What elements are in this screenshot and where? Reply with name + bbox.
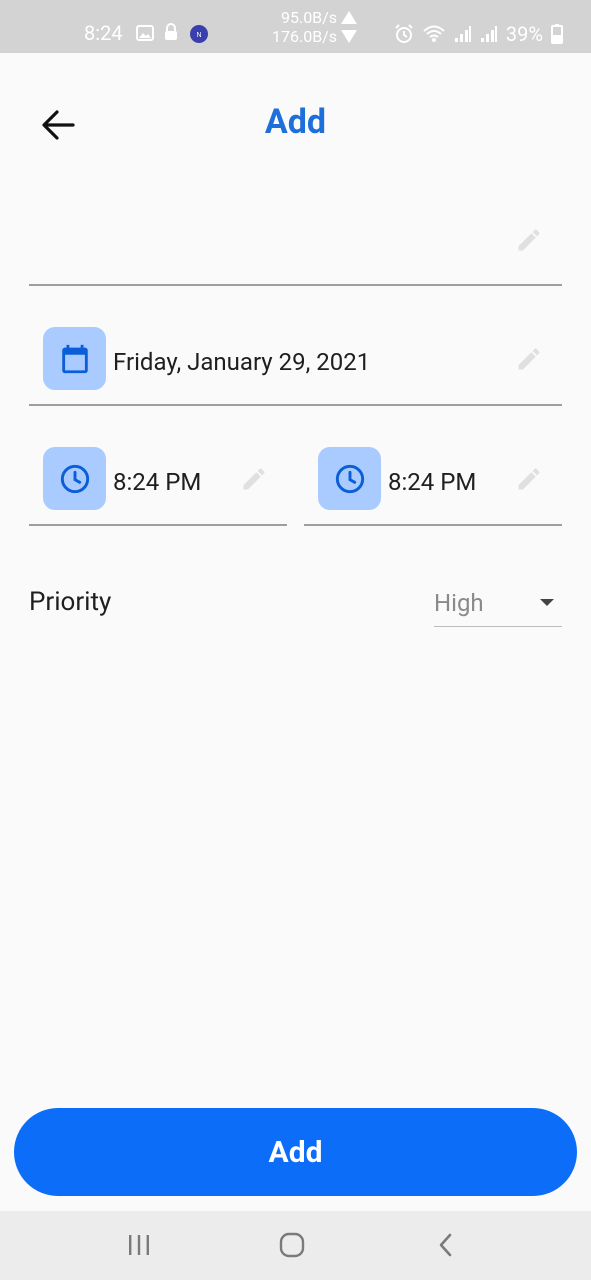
battery-percent: 39% (505, 22, 543, 46)
wifi-icon (423, 25, 445, 42)
pencil-icon[interactable] (239, 464, 269, 494)
status-right: 39% (394, 22, 563, 46)
task-title-field[interactable] (29, 205, 562, 286)
download-rate: 176.0B/s (272, 27, 338, 46)
calendar-icon[interactable] (43, 327, 106, 390)
upload-arrow-icon (341, 11, 358, 24)
battery-icon (551, 24, 563, 44)
alarm-icon (395, 24, 413, 43)
system-nav-bar (0, 1211, 591, 1280)
pencil-icon[interactable] (514, 344, 544, 374)
priority-selected-value: High (434, 589, 484, 617)
signal-icon (480, 26, 497, 42)
status-bar: 8:24 N 95.0B/s 176.0B/s 39% (0, 0, 591, 53)
priority-dropdown[interactable]: High (434, 580, 562, 627)
back-icon[interactable] (426, 1227, 466, 1263)
page-title: Add (264, 102, 327, 142)
notification-app-icon: N (189, 24, 209, 48)
image-icon (136, 25, 154, 45)
add-button[interactable]: Add (14, 1108, 577, 1196)
dropdown-arrow-icon (540, 599, 554, 606)
download-arrow-icon (341, 30, 358, 43)
end-time-field[interactable]: 8:24 PM (304, 446, 562, 526)
upload-rate: 95.0B/s (280, 8, 338, 27)
network-speed: 95.0B/s 176.0B/s (272, 8, 358, 46)
start-time-value: 8:24 PM (113, 468, 202, 496)
status-time: 8:24 (84, 21, 123, 45)
pencil-icon[interactable] (514, 464, 544, 494)
priority-label: Priority (29, 587, 112, 617)
clock-icon[interactable] (43, 447, 106, 510)
recents-icon[interactable] (119, 1227, 159, 1263)
clock-icon[interactable] (318, 447, 381, 510)
home-icon[interactable] (272, 1227, 312, 1263)
date-field[interactable]: Friday, January 29, 2021 (29, 326, 562, 406)
pencil-icon[interactable] (514, 225, 544, 255)
signal-icon (454, 26, 471, 42)
date-value: Friday, January 29, 2021 (113, 348, 371, 376)
svg-text:N: N (196, 32, 201, 39)
lock-icon (164, 23, 178, 45)
start-time-field[interactable]: 8:24 PM (29, 446, 287, 526)
end-time-value: 8:24 PM (388, 468, 477, 496)
